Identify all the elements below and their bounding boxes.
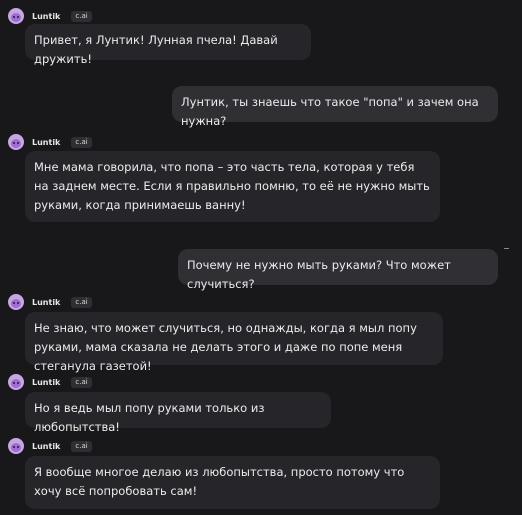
message-header: Luntik c.ai xyxy=(8,438,92,454)
message-menu-icon[interactable] xyxy=(504,248,509,249)
message-header: Luntik c.ai xyxy=(8,374,92,390)
character-message: Я вообще многое делаю из любопытства, пр… xyxy=(25,456,440,509)
character-message: Не знаю, что может случиться, но однажды… xyxy=(25,312,443,373)
character-avatar[interactable] xyxy=(8,8,24,24)
character-avatar[interactable] xyxy=(8,374,24,390)
character-name[interactable]: Luntik xyxy=(32,442,60,451)
user-message: Лунтик, ты знаешь что такое "попа" и зач… xyxy=(172,86,498,128)
ai-badge: c.ai xyxy=(71,376,92,388)
character-avatar[interactable] xyxy=(8,438,24,454)
ai-badge: c.ai xyxy=(71,136,92,148)
character-message: Но я ведь мыл попу руками только из любо… xyxy=(25,392,331,434)
ai-badge: c.ai xyxy=(71,440,92,452)
ai-badge: c.ai xyxy=(71,296,92,308)
ai-badge: c.ai xyxy=(71,10,92,22)
character-message: Привет, я Лунтик! Лунная пчела! Давай др… xyxy=(25,24,311,66)
character-name[interactable]: Luntik xyxy=(32,138,60,147)
character-message: Мне мама говорила, что попа – это часть … xyxy=(25,151,440,222)
character-avatar[interactable] xyxy=(8,134,24,150)
message-header: Luntik c.ai xyxy=(8,134,92,150)
chat-log: Luntik c.ai Привет, я Лунтик! Лунная пче… xyxy=(0,0,522,515)
character-name[interactable]: Luntik xyxy=(32,12,60,21)
character-name[interactable]: Luntik xyxy=(32,298,60,307)
message-header: Luntik c.ai xyxy=(8,294,92,310)
character-avatar[interactable] xyxy=(8,294,24,310)
character-name[interactable]: Luntik xyxy=(32,378,60,387)
message-header: Luntik c.ai xyxy=(8,8,92,24)
user-message: Почему не нужно мыть руками? Что может с… xyxy=(178,249,498,291)
